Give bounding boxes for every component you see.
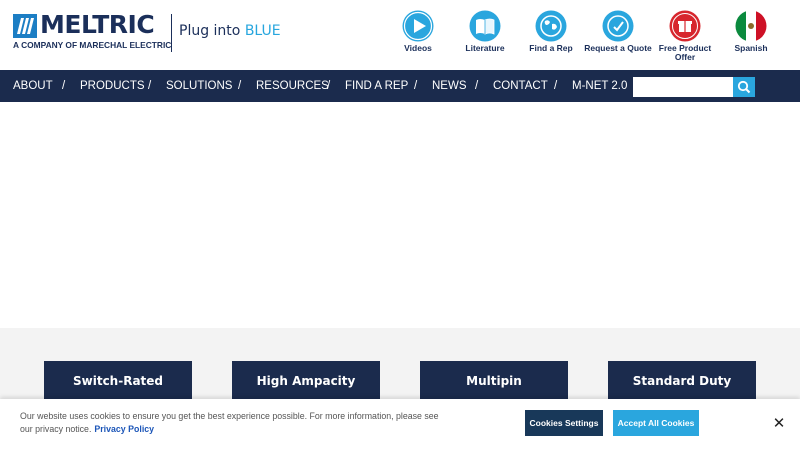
nav-about[interactable]: ABOUT	[13, 70, 53, 102]
logo-divider	[171, 14, 172, 52]
logo-wordmark: MELTRIC	[40, 10, 155, 39]
nav-solutions[interactable]: SOLUTIONS	[166, 70, 232, 102]
cookie-banner: Our website uses cookies to ensure you g…	[0, 399, 800, 450]
search-input[interactable]	[633, 77, 733, 97]
cookie-message: Our website uses cookies to ensure you g…	[20, 411, 439, 434]
nav-separator: /	[554, 80, 558, 92]
nav-separator: /	[327, 80, 331, 92]
nav-separator: /	[414, 80, 418, 92]
nav-separator: /	[475, 80, 479, 92]
nav-find-a-rep[interactable]: FIND A REP	[345, 70, 408, 102]
globe-icon	[535, 10, 567, 42]
utility-spanish[interactable]: Spanish	[714, 10, 788, 53]
utility-label: Request a Quote	[584, 43, 652, 53]
privacy-policy-link[interactable]: Privacy Policy	[94, 424, 154, 434]
utility-free-product-offer[interactable]: Free Product Offer	[648, 10, 722, 62]
meltric-logo[interactable]: MELTRIC A COMPANY OF MARECHAL ELECTRIC	[13, 10, 171, 51]
category-multipin[interactable]: Multipin	[420, 361, 568, 401]
logo-mark-icon	[13, 14, 37, 38]
nav-separator: /	[62, 80, 66, 92]
play-icon	[402, 10, 434, 42]
utility-videos[interactable]: Videos	[381, 10, 455, 53]
nav-resources[interactable]: RESOURCES	[256, 70, 329, 102]
category-switch-rated[interactable]: Switch-Rated	[44, 361, 192, 401]
page: MELTRIC A COMPANY OF MARECHAL ELECTRIC P…	[0, 0, 800, 450]
nav-news[interactable]: NEWS	[432, 70, 467, 102]
cookies-settings-button[interactable]: Cookies Settings	[525, 410, 603, 436]
mexico-flag-icon	[735, 10, 767, 42]
tagline-accent: BLUE	[244, 23, 281, 39]
site-header: MELTRIC A COMPANY OF MARECHAL ELECTRIC P…	[0, 0, 800, 70]
quote-icon	[602, 10, 634, 42]
tagline: Plug into BLUE	[179, 23, 281, 39]
utility-label: Spanish	[734, 43, 768, 53]
utility-find-a-rep[interactable]: Find a Rep	[514, 10, 588, 53]
free-offer-icon	[669, 10, 701, 42]
close-icon[interactable]: ✕	[770, 414, 788, 432]
logo-subline: A COMPANY OF MARECHAL ELECTRIC	[13, 40, 172, 50]
category-high-ampacity[interactable]: High Ampacity	[232, 361, 380, 401]
cookie-text: Our website uses cookies to ensure you g…	[20, 410, 450, 436]
tagline-prefix: Plug into	[179, 23, 245, 39]
nav-separator: /	[238, 80, 242, 92]
utility-label: Free Product Offer	[658, 43, 712, 62]
book-icon	[469, 10, 501, 42]
nav-m-net[interactable]: M-NET 2.0	[572, 70, 627, 102]
utility-literature[interactable]: Literature	[448, 10, 522, 53]
search-button[interactable]	[733, 77, 755, 97]
utility-label: Literature	[465, 43, 505, 53]
nav-separator: /	[148, 80, 152, 92]
accept-all-cookies-button[interactable]: Accept All Cookies	[613, 410, 699, 436]
utility-label: Videos	[404, 43, 432, 53]
category-standard-duty[interactable]: Standard Duty	[608, 361, 756, 401]
search-icon	[737, 80, 751, 94]
nav-products[interactable]: PRODUCTS	[80, 70, 145, 102]
utility-request-quote[interactable]: Request a Quote	[581, 10, 655, 53]
utility-label: Find a Rep	[529, 43, 573, 53]
nav-contact[interactable]: CONTACT	[493, 70, 548, 102]
